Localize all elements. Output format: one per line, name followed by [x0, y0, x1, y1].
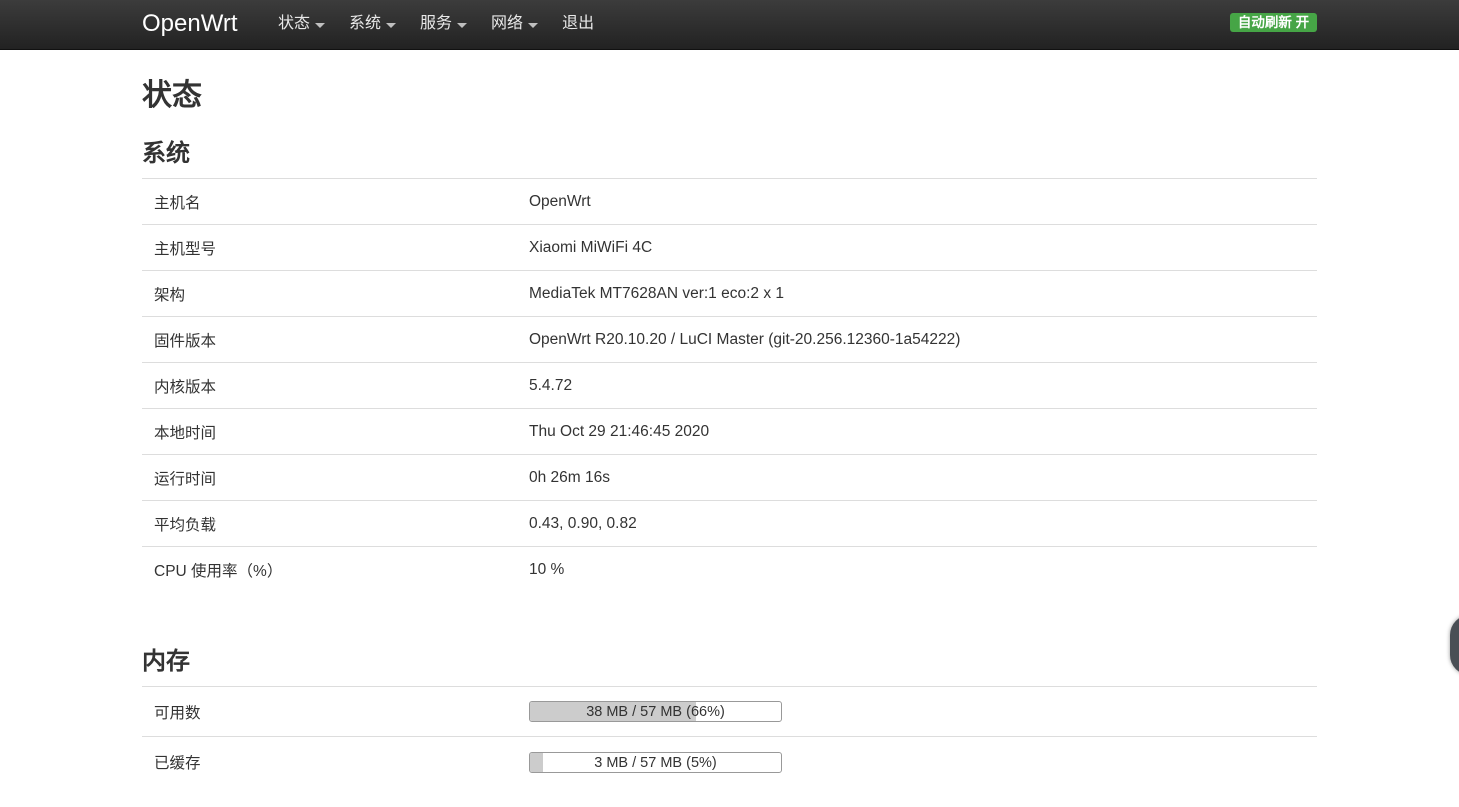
chevron-down-icon: [457, 22, 468, 28]
table-row: 固件版本 OpenWrt R20.10.20 / LuCI Master (gi…: [142, 317, 1317, 363]
row-value: 38 MB / 57 MB (66%): [529, 701, 1317, 722]
row-value: 5.4.72: [529, 376, 573, 394]
available-memory-bar: 38 MB / 57 MB (66%): [529, 701, 782, 722]
row-value: Xiaomi MiWiFi 4C: [529, 238, 653, 256]
menu-status[interactable]: 状态: [278, 13, 326, 35]
table-row: 已缓存 3 MB / 57 MB (5%): [142, 737, 1317, 787]
row-label: 主机名: [154, 194, 201, 212]
row-value: OpenWrt: [529, 192, 591, 210]
menu-logout-label: 退出: [562, 15, 595, 32]
progress-label: 3 MB / 57 MB (5%): [594, 754, 717, 771]
brand-logo[interactable]: OpenWrt: [142, 9, 238, 39]
table-row: 可用数 38 MB / 57 MB (66%): [142, 687, 1317, 737]
menu-network-label: 网络: [491, 15, 524, 32]
row-label: 运行时间: [154, 470, 217, 488]
row-value: OpenWrt R20.10.20 / LuCI Master (git-20.…: [529, 330, 961, 348]
memory-table: 可用数 38 MB / 57 MB (66%) 已缓存 3 MB / 57 MB…: [142, 686, 1317, 787]
memory-section-title: 内存: [142, 648, 190, 675]
row-label: 内核版本: [154, 378, 217, 396]
table-row: CPU 使用率（%） 10 %: [142, 547, 1317, 593]
menu-system[interactable]: 系统: [349, 13, 397, 35]
menu-services[interactable]: 服务: [420, 13, 468, 35]
menu-status-label: 状态: [278, 15, 311, 32]
menu-services-label: 服务: [420, 15, 453, 32]
row-label: 可用数: [154, 704, 201, 722]
table-row: 主机型号 Xiaomi MiWiFi 4C: [142, 225, 1317, 271]
table-row: 主机名 OpenWrt: [142, 179, 1317, 225]
row-value: 10 %: [529, 561, 565, 578]
menu-logout[interactable]: 退出: [562, 13, 594, 35]
table-row: 内核版本 5.4.72: [142, 363, 1317, 409]
row-label: CPU 使用率（%）: [154, 563, 283, 580]
row-value: MediaTek MT7628AN ver:1 eco:2 x 1: [529, 284, 785, 302]
chevron-down-icon: [315, 22, 326, 28]
row-label: 已缓存: [154, 755, 201, 772]
system-section-title: 系统: [142, 140, 190, 167]
row-value: 0.43, 0.90, 0.82: [529, 514, 637, 532]
table-row: 运行时间 0h 26m 16s: [142, 455, 1317, 501]
floating-assistant-button[interactable]: [1450, 615, 1459, 675]
row-label: 固件版本: [154, 332, 217, 350]
table-row: 本地时间 Thu Oct 29 21:46:45 2020: [142, 409, 1317, 455]
row-label: 本地时间: [154, 424, 217, 442]
system-info-table: 主机名 OpenWrt 主机型号 Xiaomi MiWiFi 4C 架构 Med…: [142, 178, 1317, 593]
row-value: Thu Oct 29 21:46:45 2020: [529, 422, 710, 440]
chevron-down-icon: [386, 22, 397, 28]
table-row: 平均负载 0.43, 0.90, 0.82: [142, 501, 1317, 547]
progress-label: 38 MB / 57 MB (66%): [586, 704, 725, 720]
cached-memory-bar: 3 MB / 57 MB (5%): [529, 751, 782, 773]
row-label: 主机型号: [154, 240, 217, 258]
page-title: 状态: [142, 79, 202, 112]
table-row: 架构 MediaTek MT7628AN ver:1 eco:2 x 1: [142, 271, 1317, 317]
menu-network[interactable]: 网络: [491, 13, 539, 35]
row-value: 3 MB / 57 MB (5%): [529, 751, 1317, 773]
row-label: 架构: [154, 286, 186, 304]
menu-system-label: 系统: [349, 15, 382, 32]
main-menu: 状态 系统 服务 网络 退出: [278, 13, 618, 35]
top-navbar: OpenWrt 状态 系统 服务 网络 退出 自动刷新 开: [0, 0, 1459, 50]
chevron-down-icon: [528, 22, 539, 28]
row-value: 0h 26m 16s: [529, 468, 610, 486]
row-label: 平均负载: [154, 516, 217, 534]
auto-refresh-toggle[interactable]: 自动刷新 开: [1230, 13, 1317, 32]
